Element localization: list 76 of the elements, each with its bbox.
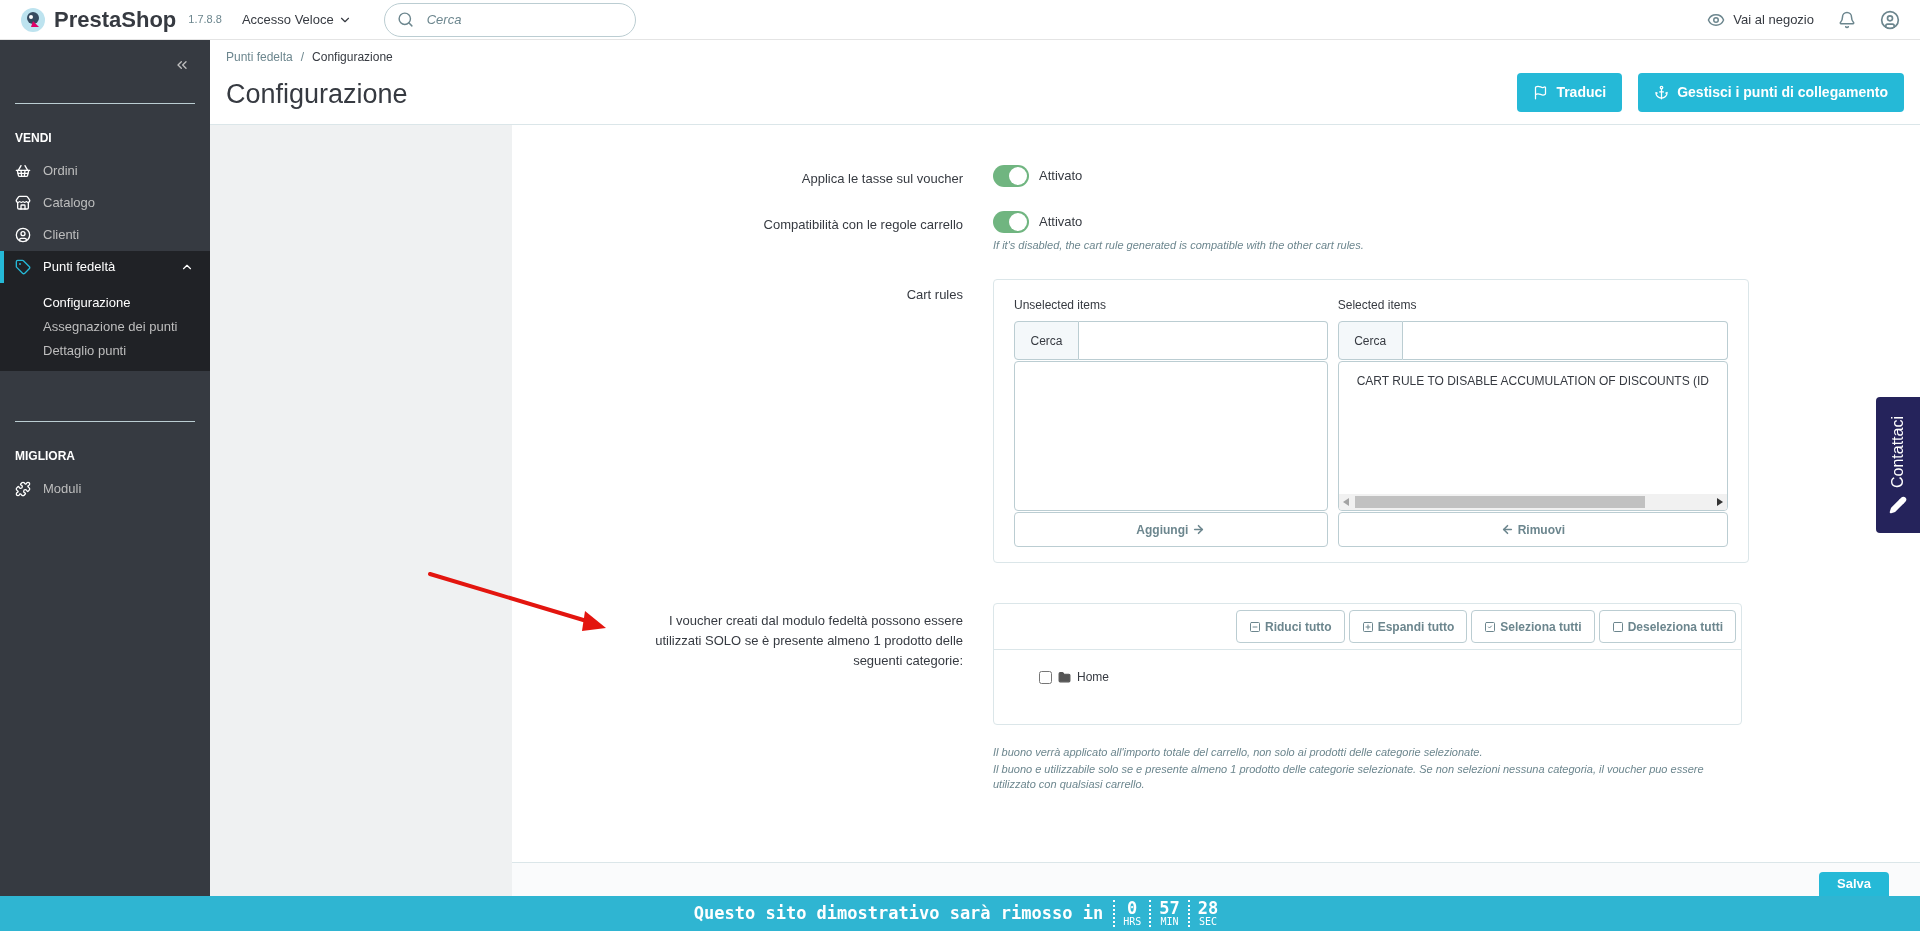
page-title: Configurazione — [226, 78, 408, 111]
help-text: Il buono verrà applicato all'importo totale del carrello, non solo ai prodotti delle categorie selezionate. — [993, 745, 1484, 760]
tree-action-button[interactable]: Seleziona tutti — [1471, 610, 1595, 643]
countdown-unit: SEC — [1198, 917, 1217, 927]
minus-square-icon — [1248, 620, 1261, 633]
pencil-icon — [1889, 496, 1907, 514]
submenu-item[interactable]: Assegnazione dei punti — [0, 315, 186, 339]
field-label: I voucher creati dal modulo fedeltà possono essere utilizzati SOLO se è presente almeno 1 prodotto delle seguenti categorie: — [654, 612, 963, 670]
scroll-right-icon[interactable] — [1717, 498, 1723, 506]
plus-square-icon — [1361, 620, 1374, 633]
search-addon-label: Cerca — [1014, 321, 1079, 360]
bell-icon[interactable] — [1838, 10, 1856, 29]
submenu-item[interactable]: Configurazione — [0, 291, 139, 315]
tag-icon — [15, 259, 31, 275]
countdown-value: 0 — [1127, 900, 1138, 917]
help-text: Il buono e utilizzabile solo se e presente almeno 1 prodotto delle categorie selezionate. Se non selezioni nessuna categoria, il voucher puo essere utilizzato con qualsiasi carrello. — [993, 762, 1705, 792]
submenu-item[interactable]: Dettaglio punti — [0, 339, 135, 363]
basket-icon — [15, 163, 31, 179]
anchor-icon — [1654, 85, 1670, 100]
field-label: Compatibilità con le regole carrello — [763, 215, 963, 234]
folder-icon — [1058, 670, 1071, 684]
list-title: Unselected items — [1014, 297, 1107, 314]
countdown-value: 57 — [1159, 900, 1180, 917]
countdown-unit: HRS — [1123, 917, 1142, 927]
menu-item[interactable]: Moduli — [0, 473, 210, 505]
breadcrumb-current: Configurazione — [312, 49, 393, 66]
store-icon — [15, 195, 31, 211]
breadcrumb-separator: / — [300, 49, 305, 66]
tree-action-button[interactable]: Deseleziona tutti — [1598, 610, 1736, 643]
search-icon — [396, 10, 414, 28]
tree-action-button[interactable]: Riduci tutto — [1235, 610, 1345, 643]
field-label: Cart rules — [906, 286, 963, 304]
tree-action-button[interactable]: Espandi tutto — [1348, 610, 1468, 643]
brand-name: PrestaShop — [54, 6, 177, 34]
add-button[interactable]: Aggiungi — [1014, 512, 1328, 547]
search-addon-label: Cerca — [1337, 321, 1403, 360]
version-label: 1.7.8.8 — [188, 12, 222, 28]
empty-square-icon — [1611, 620, 1624, 633]
checked-square-icon — [1484, 620, 1497, 633]
user-icon[interactable] — [1880, 9, 1900, 30]
toggle-state: Attivato — [1039, 212, 1083, 231]
category-label: Home — [1077, 669, 1109, 686]
puzzle-icon — [15, 481, 31, 497]
list-option[interactable]: CART RULE TO DISABLE ACCUMULATION OF DISCOUNTS (ID — [1338, 362, 1727, 390]
arrow-left-icon — [1500, 523, 1514, 536]
countdown-value: 28 — [1197, 900, 1219, 917]
flag-icon — [1533, 85, 1549, 100]
field-label: Applica le tasse sul voucher — [801, 170, 963, 188]
category-checkbox[interactable] — [1039, 670, 1052, 684]
list-title: Selected items — [1337, 297, 1417, 314]
menu-item[interactable]: Catalogo — [0, 187, 210, 219]
shop-link[interactable]: Vai al negozio — [1707, 9, 1814, 30]
section-title: MIGLIORA — [15, 448, 75, 465]
help-text: If it's disabled, the cart rule generated is compatible with the other cart rules. — [993, 237, 1364, 253]
toggle-state: Attivato — [1039, 167, 1083, 186]
horizontal-scrollbar[interactable] — [1338, 494, 1727, 510]
scroll-left-icon[interactable] — [1342, 498, 1349, 506]
contact-tab[interactable]: Contattaci — [1876, 397, 1920, 533]
breadcrumb-link[interactable]: Punti fedelta — [226, 48, 293, 66]
parrot-logo-icon — [20, 6, 46, 33]
search-field[interactable] — [1402, 321, 1728, 360]
countdown-text: Questo sito dimostrativo sarà rimosso in — [693, 901, 1104, 925]
search-field[interactable]: Cerca — [383, 2, 636, 37]
search-field[interactable] — [1079, 321, 1328, 360]
section-title: VENDI — [15, 130, 52, 147]
arrow-right-icon — [1192, 523, 1206, 536]
menu-item[interactable]: Punti fedeltà — [0, 251, 210, 283]
countdown-unit: MIN — [1160, 917, 1179, 927]
menu-item[interactable]: Clienti — [0, 219, 210, 251]
remove-button[interactable]: Rimuovi — [1337, 512, 1728, 547]
item-list[interactable]: CART RULE TO DISABLE ACCUMULATION OF DISCOUNTS (ID — [1337, 361, 1728, 511]
toggle-switch[interactable] — [993, 210, 1029, 233]
toggle-switch[interactable] — [993, 165, 1029, 187]
quick-access-button[interactable]: Accesso Veloce — [241, 9, 352, 30]
user-icon — [15, 227, 31, 243]
menu-item[interactable]: Ordini — [0, 155, 210, 187]
